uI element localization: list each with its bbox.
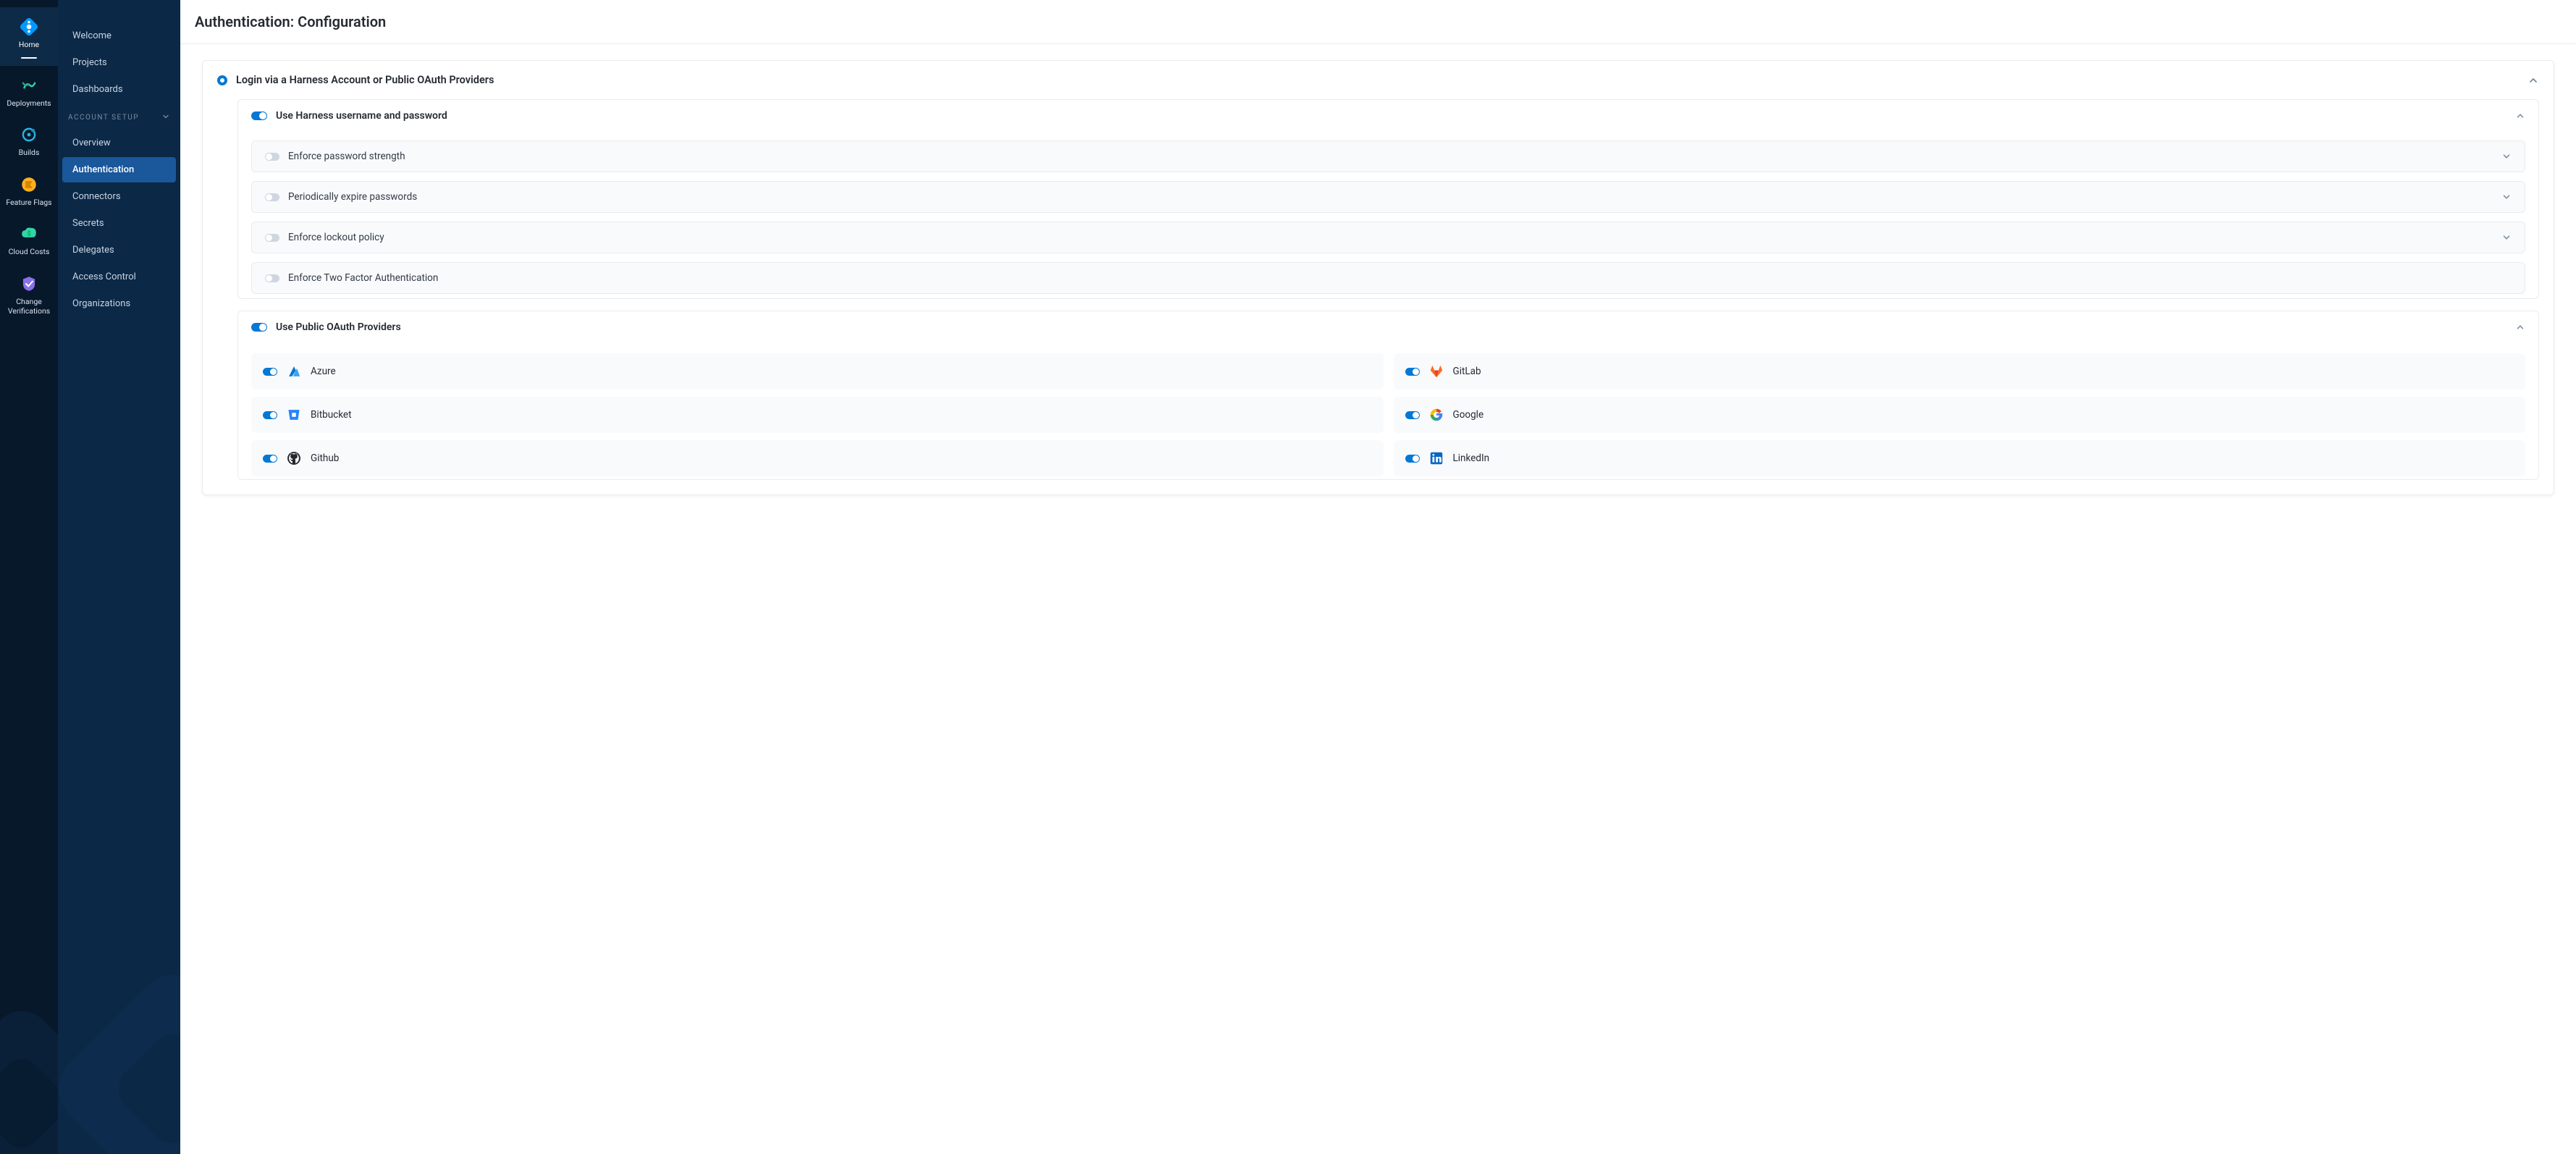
github-toggle[interactable] — [263, 455, 277, 463]
oauth-provider-github: Github — [251, 440, 1384, 476]
nav-label: Home — [19, 41, 39, 50]
nav-item-home[interactable]: Home — [0, 7, 58, 66]
subnav-organizations[interactable]: Organizations — [62, 291, 176, 316]
nav-item-deployments[interactable]: Deployments — [0, 66, 58, 116]
collapse-icon[interactable] — [2515, 111, 2525, 121]
oauth-provider-linkedin: LinkedIn — [1394, 440, 2526, 476]
lockout-policy-row: Enforce lockout policy — [251, 222, 2525, 253]
nav-item-cloud-costs[interactable]: $ Cloud Costs — [0, 214, 58, 264]
subnav-secrets[interactable]: Secrets — [62, 211, 176, 236]
google-icon — [1428, 407, 1444, 423]
option-label: Enforce password strength — [288, 151, 405, 162]
github-icon — [286, 450, 302, 466]
oauth-provider-bitbucket: Bitbucket — [251, 397, 1384, 433]
subnav-access-control[interactable]: Access Control — [62, 264, 176, 290]
subnav-dashboards[interactable]: Dashboards — [62, 77, 176, 102]
expand-icon[interactable] — [2501, 192, 2512, 202]
subnav-welcome[interactable]: Welcome — [62, 23, 176, 49]
google-toggle[interactable] — [1405, 411, 1420, 419]
two-factor-toggle[interactable] — [265, 274, 279, 282]
expire-passwords-row: Periodically expire passwords — [251, 181, 2525, 213]
enforce-password-strength-toggle[interactable] — [265, 153, 279, 161]
option-label: Periodically expire passwords — [288, 191, 417, 203]
oauth-provider-gitlab: GitLab — [1394, 353, 2526, 389]
nav-label: Cloud Costs — [9, 248, 50, 257]
subnav-section-account-setup[interactable]: ACCOUNT SETUP — [58, 104, 180, 129]
oauth-panel: Use Public OAuth Providers Azure — [237, 311, 2539, 480]
nav-label: Deployments — [7, 99, 51, 109]
harness-login-label: Use Harness username and password — [276, 110, 447, 122]
azure-toggle[interactable] — [263, 368, 277, 376]
expand-icon[interactable] — [2501, 151, 2512, 161]
harness-login-panel: Use Harness username and password Enforc… — [237, 99, 2539, 299]
collapse-icon[interactable] — [2527, 75, 2539, 86]
subnav-delegates[interactable]: Delegates — [62, 237, 176, 263]
subnav-section-label: ACCOUNT SETUP — [68, 114, 139, 122]
nav-label: Builds — [19, 148, 40, 158]
feature-flags-icon — [20, 175, 38, 194]
login-section-header[interactable]: Login via a Harness Account or Public OA… — [203, 61, 2554, 99]
linkedin-icon — [1428, 450, 1444, 466]
main-content: Authentication: Configuration Login via … — [180, 0, 2576, 1154]
oauth-toggle[interactable] — [251, 323, 267, 332]
sub-nav: Welcome Projects Dashboards ACCOUNT SETU… — [58, 0, 180, 1154]
chevron-down-icon — [161, 112, 170, 123]
subnav-connectors[interactable]: Connectors — [62, 184, 176, 209]
enforce-password-strength-row: Enforce password strength — [251, 140, 2525, 172]
change-verifications-icon — [20, 274, 38, 293]
bitbucket-toggle[interactable] — [263, 411, 277, 419]
provider-name: GitLab — [1453, 366, 1481, 377]
subnav-bg-decoration — [58, 937, 180, 1154]
subnav-projects[interactable]: Projects — [62, 50, 176, 75]
gitlab-icon — [1428, 363, 1444, 379]
linkedin-toggle[interactable] — [1405, 455, 1420, 463]
option-label: Enforce lockout policy — [288, 232, 384, 243]
provider-name: Github — [311, 452, 339, 464]
oauth-provider-google: Google — [1394, 397, 2526, 433]
nav-item-feature-flags[interactable]: Feature Flags — [0, 165, 58, 215]
oauth-provider-azure: Azure — [251, 353, 1384, 389]
home-icon — [20, 17, 38, 36]
oauth-label: Use Public OAuth Providers — [276, 321, 401, 333]
page-title: Authentication: Configuration — [180, 0, 2576, 44]
nav-item-change-verifications[interactable]: Change Verifications — [0, 264, 58, 323]
provider-name: Bitbucket — [311, 409, 352, 421]
provider-name: Google — [1453, 409, 1484, 421]
option-label: Enforce Two Factor Authentication — [288, 272, 438, 284]
provider-name: Azure — [311, 366, 336, 377]
provider-name: LinkedIn — [1453, 452, 1490, 464]
harness-login-toggle[interactable] — [251, 111, 267, 120]
bitbucket-icon — [286, 407, 302, 423]
nav-bg-decoration — [0, 980, 58, 1154]
expand-icon[interactable] — [2501, 232, 2512, 243]
nav-label: Change Verifications — [3, 298, 55, 316]
subnav-authentication[interactable]: Authentication — [62, 157, 176, 182]
lockout-policy-toggle[interactable] — [265, 234, 279, 242]
nav-label: Feature Flags — [6, 198, 51, 208]
cloud-costs-icon: $ — [20, 224, 38, 243]
gitlab-toggle[interactable] — [1405, 368, 1420, 376]
deployments-icon — [20, 76, 38, 95]
expire-passwords-toggle[interactable] — [265, 193, 279, 201]
login-methods-card: Login via a Harness Account or Public OA… — [202, 60, 2554, 495]
nav-item-builds[interactable]: Builds — [0, 115, 58, 165]
subnav-overview[interactable]: Overview — [62, 130, 176, 156]
collapse-icon[interactable] — [2515, 322, 2525, 332]
azure-icon — [286, 363, 302, 379]
main-nav-rail: Home Deployments Builds Feature Flags $ … — [0, 0, 58, 1154]
svg-text:$: $ — [27, 230, 30, 238]
two-factor-row: Enforce Two Factor Authentication — [251, 262, 2525, 294]
login-radio[interactable] — [217, 75, 227, 85]
builds-icon — [20, 125, 38, 144]
login-section-label: Login via a Harness Account or Public OA… — [236, 74, 494, 86]
